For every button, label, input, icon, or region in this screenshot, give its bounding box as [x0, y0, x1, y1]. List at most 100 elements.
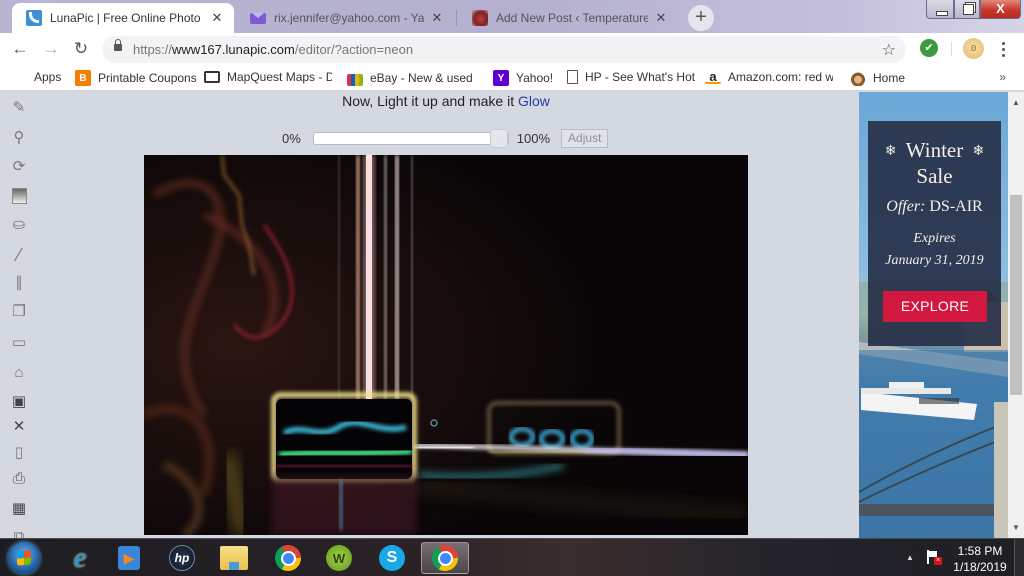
- taskbar-webroot[interactable]: W: [315, 542, 363, 574]
- bookmark-star-icon[interactable]: ☆: [882, 40, 896, 60]
- start-button[interactable]: [8, 542, 40, 574]
- clock-date: 1/18/2019: [953, 560, 1007, 574]
- media-player-icon: ▶: [118, 546, 140, 570]
- open-folder-tool-icon[interactable]: ⌂: [10, 364, 28, 382]
- show-desktop-button[interactable]: [1014, 539, 1024, 576]
- bookmark-home[interactable]: Home: [850, 70, 905, 86]
- taskbar-chrome[interactable]: [264, 542, 312, 574]
- paint-bucket-tool-icon[interactable]: ⛀: [10, 216, 28, 234]
- lock-icon: [114, 39, 122, 51]
- bookmark-yahoo[interactable]: Y Yahoo!: [493, 70, 553, 86]
- browser-menu-icon[interactable]: [1000, 39, 1006, 60]
- tab-lunapic[interactable]: LunaPic | Free Online Photo Editor ✕: [12, 3, 234, 33]
- bookmark-label: Yahoo!: [516, 71, 554, 85]
- bookmark-hp[interactable]: HP - See What's Hot: [567, 70, 695, 84]
- headline-text: Now, Light it up and make it: [342, 93, 518, 109]
- window-minimize-button[interactable]: [926, 0, 954, 19]
- bookmark-ebay[interactable]: eBay - New & used e: [347, 70, 475, 86]
- profile-avatar[interactable]: ʚ: [963, 38, 984, 59]
- taskbar-media-player[interactable]: ▶: [105, 542, 153, 574]
- zoom-tool-icon[interactable]: ⚲: [10, 129, 28, 147]
- layers-tool-icon[interactable]: ❐: [10, 303, 28, 321]
- url-path: /editor/?action=neon: [294, 42, 414, 57]
- rotate-tool-icon[interactable]: ⟳: [10, 158, 28, 176]
- taskbar-internet-explorer[interactable]: e: [56, 541, 104, 574]
- taskbar-file-explorer[interactable]: [210, 542, 258, 574]
- hp-logo-icon: hp: [169, 545, 195, 571]
- taskbar-skype[interactable]: S: [368, 542, 416, 574]
- forward-button[interactable]: →: [40, 38, 62, 60]
- mail-envelope-icon: [250, 13, 266, 24]
- tab-close-icon[interactable]: ✕: [430, 10, 444, 26]
- action-center-alert-icon: ×: [934, 557, 942, 565]
- ad-explore-button[interactable]: EXPLORE: [883, 291, 987, 322]
- tab-separator: [456, 10, 457, 26]
- reload-button[interactable]: ↻: [70, 38, 92, 60]
- scroll-up-arrow[interactable]: ▲: [1011, 98, 1021, 107]
- clipboard-tool-icon[interactable]: ▦: [10, 500, 28, 518]
- eraser-tool-icon[interactable]: ▭: [10, 334, 28, 352]
- tab-add-new-post[interactable]: Add New Post ‹ Temperature's Rising ✕: [458, 3, 678, 33]
- tab-close-icon[interactable]: ✕: [210, 10, 224, 26]
- left-glass-glow: [271, 392, 417, 535]
- window-restore-button[interactable]: [954, 0, 980, 19]
- bookmark-label: eBay - New & used e: [370, 71, 475, 85]
- ad-panel: ❄ Winter ❄ Sale Offer: DS-AIR Expires Ja…: [868, 121, 1001, 346]
- tab-title: Add New Post ‹ Temperature's Rising: [496, 11, 648, 25]
- copy-tool-icon[interactable]: ⧉: [10, 528, 28, 538]
- scroll-down-arrow[interactable]: ▼: [1011, 523, 1021, 532]
- apps-grid-icon: [13, 70, 27, 84]
- new-tab-button[interactable]: +: [688, 5, 714, 31]
- system-clock[interactable]: 1:58 PM 1/18/2019: [950, 543, 1010, 575]
- save-tool-icon[interactable]: ▣: [10, 393, 28, 411]
- browser-toolbar: ← → ↻ https://www167.lunapic.com/editor/…: [0, 33, 1024, 65]
- tab-title: LunaPic | Free Online Photo Editor: [50, 11, 204, 25]
- adjust-button[interactable]: Adjust: [561, 129, 609, 148]
- gradient-tool-icon[interactable]: [10, 187, 28, 205]
- scrollbar-thumb[interactable]: [1010, 195, 1022, 395]
- intensity-slider[interactable]: [312, 129, 509, 148]
- page-scrollbar[interactable]: ▲ ▼: [1008, 92, 1024, 538]
- tab-title: rix.jennifer@yahoo.com - Yahoo Mail: [274, 11, 424, 25]
- bookmark-apps[interactable]: Apps: [13, 70, 61, 84]
- window-close-button[interactable]: X: [980, 0, 1021, 19]
- map-icon: [204, 71, 220, 83]
- extension-check-icon[interactable]: ✔: [920, 39, 938, 57]
- bookmark-label: Amazon.com: red wo: [728, 70, 833, 84]
- neon-effect-image[interactable]: [144, 155, 748, 535]
- tray-expand-icon[interactable]: ▲: [906, 553, 914, 562]
- clock-time: 1:58 PM: [957, 544, 1003, 558]
- yahoo-icon: Y: [493, 70, 509, 86]
- back-button[interactable]: ←: [9, 38, 31, 60]
- address-url[interactable]: https://www167.lunapic.com/editor/?actio…: [133, 42, 413, 57]
- slider-thumb[interactable]: [489, 129, 508, 148]
- taskbar-chrome-active[interactable]: [421, 542, 469, 574]
- bookmark-printable-coupons[interactable]: B Printable Coupons: [75, 70, 197, 86]
- slider-min-label: 0%: [282, 131, 301, 146]
- bookmark-mapquest[interactable]: MapQuest Maps - Dr: [204, 70, 332, 84]
- ad-expires: Expires January 31, 2019: [868, 228, 1001, 272]
- browser-tab-strip: LunaPic | Free Online Photo Editor ✕ rix…: [0, 0, 1024, 33]
- bookmark-amazon[interactable]: a Amazon.com: red wo: [705, 69, 833, 84]
- bookmarks-overflow-button[interactable]: »: [999, 70, 1006, 84]
- taskbar-hp-support[interactable]: hp: [158, 542, 206, 574]
- internet-explorer-icon: e: [73, 541, 87, 574]
- intensity-slider-row: 0% 100% Adjust: [282, 129, 609, 148]
- headline-glow-word: Glow: [517, 93, 550, 109]
- eyedropper-tool-icon[interactable]: ⁄: [10, 246, 28, 264]
- ad-expires-date: January 31, 2019: [885, 253, 984, 268]
- brush-tool-icon[interactable]: ∥: [10, 274, 28, 292]
- new-document-tool-icon[interactable]: ▯: [10, 444, 28, 462]
- chrome-icon: [275, 545, 301, 571]
- tab-close-icon[interactable]: ✕: [654, 10, 668, 26]
- ad-title-line1: Winter: [905, 138, 964, 162]
- webroot-icon: W: [326, 545, 352, 571]
- chrome-icon: [432, 545, 458, 571]
- bookmark-label: HP - See What's Hot: [585, 70, 696, 84]
- page-icon: [567, 70, 578, 84]
- winter-sale-ad[interactable]: ❄ Winter ❄ Sale Offer: DS-AIR Expires Ja…: [859, 92, 1008, 538]
- tab-yahoo-mail[interactable]: rix.jennifer@yahoo.com - Yahoo Mail ✕: [236, 3, 454, 33]
- print-tool-icon[interactable]: ⎙: [10, 470, 28, 488]
- address-bar[interactable]: https://www167.lunapic.com/editor/?actio…: [102, 36, 906, 63]
- delete-tool-icon[interactable]: ✕: [10, 418, 28, 436]
